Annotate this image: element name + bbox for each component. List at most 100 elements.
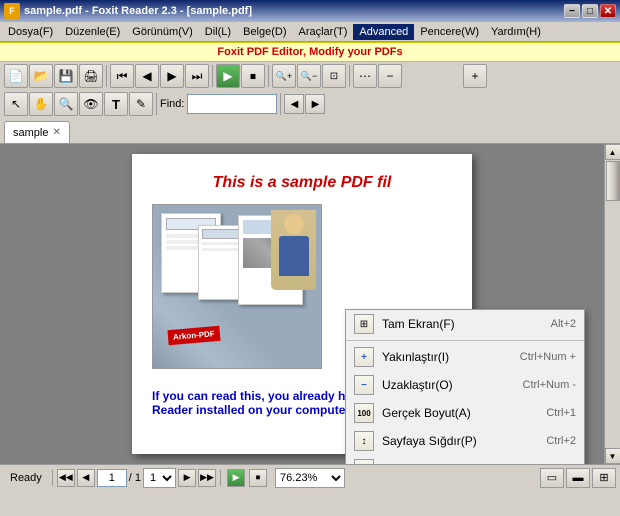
find-prev-btn[interactable]: ◀ [284, 94, 304, 114]
page-select[interactable]: 1 [143, 468, 176, 488]
tab-bar: sample ✕ [0, 118, 620, 144]
prev-page-status-btn[interactable]: ◀ [77, 469, 95, 487]
text-btn[interactable]: T [104, 92, 128, 116]
first-page-status-btn[interactable]: ◀◀ [57, 469, 75, 487]
ctx-genislik-sigdir[interactable]: ↔ Genişliği Sığdır(W) Ctrl+3 [346, 455, 584, 464]
scroll-down-btn[interactable]: ▼ [605, 448, 620, 464]
menu-belge[interactable]: Belge(D) [237, 24, 292, 40]
zoom-select[interactable]: 76.23% 50% 75% 100% 125% 150% [275, 468, 345, 488]
app-icon: F [4, 3, 20, 19]
ctx-yakinlastir[interactable]: + Yakınlaştır(I) Ctrl+Num + [346, 343, 584, 371]
last-page-status-btn[interactable]: ▶▶ [198, 469, 216, 487]
magnifier-btn[interactable]: 🔍 [54, 92, 78, 116]
tab-label: sample [13, 127, 48, 139]
status-bar: Ready ◀◀ ◀ / 1 1 ▶ ▶▶ ▶ ⏹ 76.23% 50% 75%… [0, 464, 620, 490]
find-next-btn[interactable]: ▶ [305, 94, 325, 114]
menu-araclar[interactable]: Araçlar(T) [292, 24, 353, 40]
zoom-minus-btn[interactable]: − [378, 64, 402, 88]
ctx-genislik-icon: ↔ [354, 459, 374, 464]
find-input[interactable] [187, 94, 277, 114]
hand-btn[interactable]: ✋ [29, 92, 53, 116]
title-bar: F sample.pdf - Foxit Reader 2.3 - [sampl… [0, 0, 620, 22]
next-page-btn[interactable]: ▶ [160, 64, 184, 88]
status-sep-2 [220, 470, 221, 486]
status-text: Ready [4, 472, 48, 484]
menu-pencere[interactable]: Pencere(W) [414, 24, 485, 40]
more-btn[interactable]: ⋯ [353, 64, 377, 88]
stop-status-btn[interactable]: ⏹ [249, 469, 267, 487]
page-number-input[interactable] [97, 469, 127, 487]
promo-text: Foxit PDF Editor, Modify your PDFs [217, 46, 402, 58]
play-status-btn[interactable]: ▶ [227, 469, 245, 487]
vertical-scrollbar: ▲ ▼ [604, 144, 620, 464]
content-area: This is a sample PDF fil [0, 144, 620, 464]
ctx-genislik-shortcut: Ctrl+3 [546, 463, 576, 464]
status-sep-1 [52, 470, 53, 486]
page-total: / 1 [129, 472, 141, 484]
title-text: sample.pdf - Foxit Reader 2.3 - [sample.… [24, 5, 252, 17]
context-menu: ⊞ Tam Ekran(F) Alt+2 + Yakınlaştır(I) Ct… [345, 309, 585, 464]
print-button[interactable]: 🖨 [79, 64, 103, 88]
view-double-btn[interactable]: ▬ [566, 468, 590, 488]
ctx-uzak-label: Uzaklaştır(O) [382, 378, 515, 392]
ctx-gercek-boyut[interactable]: 100 Gerçek Boyut(A) Ctrl+1 [346, 399, 584, 427]
stop-btn[interactable]: ⏹ [241, 64, 265, 88]
first-page-btn[interactable]: ⏮ [110, 64, 134, 88]
pdf-img-inner: Arkon-PDF [153, 205, 321, 368]
save-button[interactable]: 💾 [54, 64, 78, 88]
scroll-thumb[interactable] [606, 161, 620, 201]
separator-2 [212, 65, 213, 87]
menu-yardim[interactable]: Yardım(H) [485, 24, 547, 40]
tab-sample[interactable]: sample ✕ [4, 121, 70, 143]
menu-duzenle[interactable]: Düzenle(E) [59, 24, 126, 40]
toolbar-row-2: ↖ ✋ 🔍 👁 T ✎ Find: ◀ ▶ [0, 90, 620, 118]
menu-bar: Dosya(F) Düzenle(E) Görünüm(V) Dil(L) Be… [0, 22, 620, 42]
ctx-tamekran-label: Tam Ekran(F) [382, 317, 543, 331]
ctx-yakin-icon: + [354, 347, 374, 367]
ctx-gercek-shortcut: Ctrl+1 [546, 407, 576, 419]
ctx-yakin-shortcut: Ctrl+Num + [520, 351, 576, 363]
next-page-status-btn[interactable]: ▶ [178, 469, 196, 487]
menu-dil[interactable]: Dil(L) [199, 24, 237, 40]
pencil-btn[interactable]: ✎ [129, 92, 153, 116]
menu-dosya[interactable]: Dosya(F) [2, 24, 59, 40]
find-label: Find: [160, 98, 184, 110]
ctx-sayfa-icon: ↕ [354, 431, 374, 451]
ctx-tam-ekran[interactable]: ⊞ Tam Ekran(F) Alt+2 [346, 310, 584, 338]
pdf-title: This is a sample PDF fil [152, 174, 452, 192]
play-btn[interactable]: ▶ [216, 64, 240, 88]
toolbar-row-1: 📄 📂 💾 🖨 ⏮ ◀ ▶ ⏭ ▶ ⏹ 🔍+ 🔍− ⊡ ⋯ − + [0, 62, 620, 90]
separator-3 [268, 65, 269, 87]
scroll-up-btn[interactable]: ▲ [605, 144, 620, 160]
open-button[interactable]: 📂 [29, 64, 53, 88]
promo-bar[interactable]: Foxit PDF Editor, Modify your PDFs [0, 42, 620, 62]
page-navigation: ◀◀ ◀ / 1 1 ▶ ▶▶ [57, 468, 216, 488]
zoom-fit-btn[interactable]: ⊡ [322, 64, 346, 88]
zoom-plus-btn[interactable]: + [463, 64, 487, 88]
pdf-badge: Arkon-PDF [167, 326, 220, 345]
minimize-button[interactable]: − [564, 4, 580, 18]
last-page-btn[interactable]: ⏭ [185, 64, 209, 88]
view-grid-btn[interactable]: ⊞ [592, 468, 616, 488]
prev-page-btn[interactable]: ◀ [135, 64, 159, 88]
zoom-out-btn[interactable]: 🔍− [297, 64, 321, 88]
maximize-button[interactable]: □ [582, 4, 598, 18]
pdf-image: Arkon-PDF [152, 204, 322, 369]
ctx-sayfa-label: Sayfaya Sığdır(P) [382, 434, 538, 448]
eyeglass-btn[interactable]: 👁 [79, 92, 103, 116]
separator-4 [349, 65, 350, 87]
close-button[interactable]: ✕ [600, 4, 616, 18]
separator-5 [156, 93, 157, 115]
tab-close-btn[interactable]: ✕ [52, 127, 60, 138]
zoom-in-btn[interactable]: 🔍+ [272, 64, 296, 88]
select-btn[interactable]: ↖ [4, 92, 28, 116]
menu-advanced[interactable]: Advanced [353, 24, 414, 40]
ctx-sep-1 [346, 340, 584, 341]
view-single-btn[interactable]: ▭ [540, 468, 564, 488]
ctx-uzaklastir[interactable]: − Uzaklaştır(O) Ctrl+Num - [346, 371, 584, 399]
status-icons: ▭ ▬ ⊞ [540, 468, 616, 488]
new-button[interactable]: 📄 [4, 64, 28, 88]
ctx-sayfa-sigdir[interactable]: ↕ Sayfaya Sığdır(P) Ctrl+2 [346, 427, 584, 455]
menu-gorunum[interactable]: Görünüm(V) [126, 24, 199, 40]
ctx-tamekran-icon: ⊞ [354, 314, 374, 334]
